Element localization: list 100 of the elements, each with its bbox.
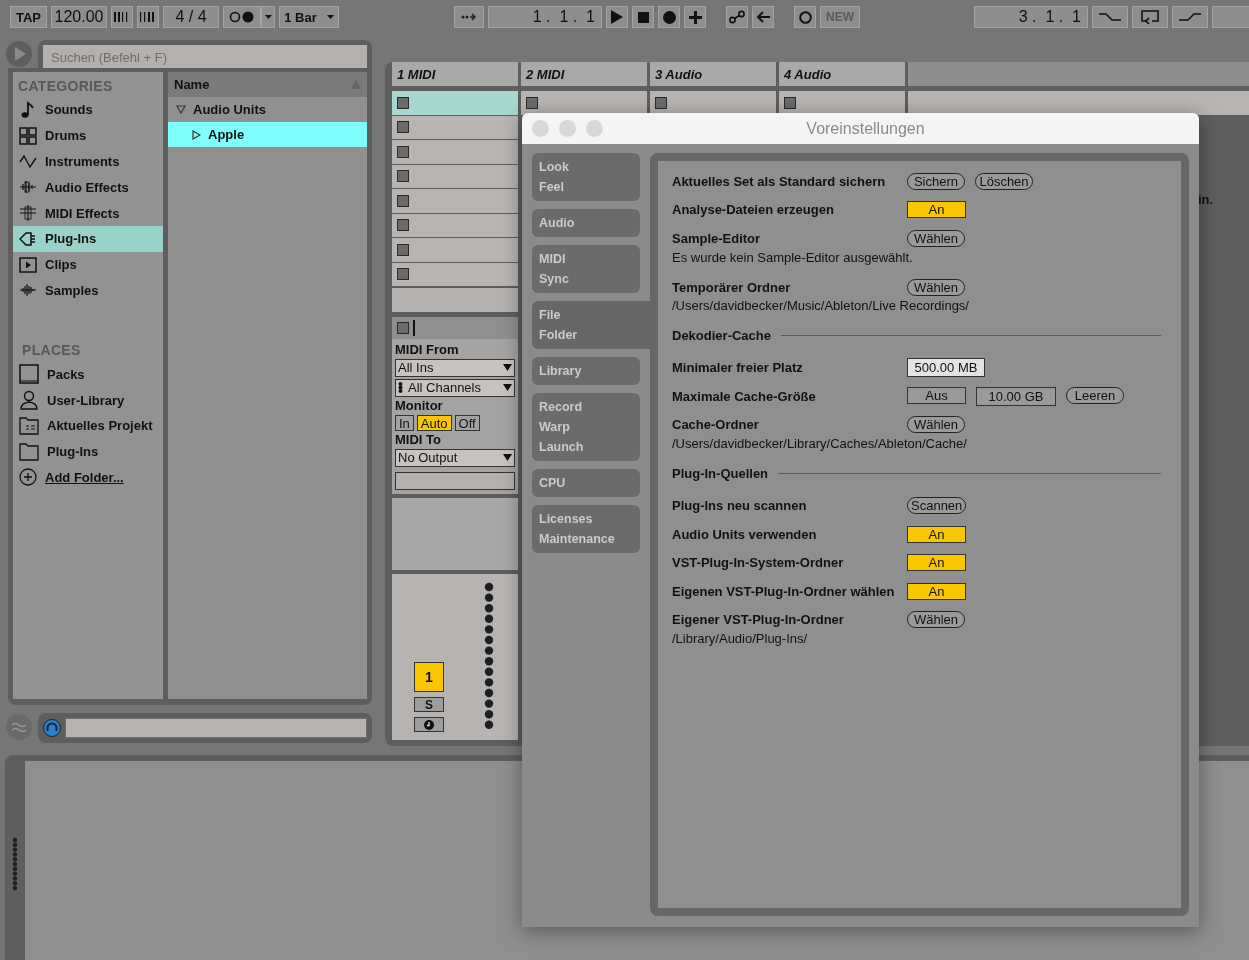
clip-slot[interactable] (392, 91, 518, 115)
cursor-line (413, 319, 415, 336)
loop-start-field[interactable]: 3 . 1 . 1 (974, 6, 1088, 28)
person-icon (19, 390, 39, 411)
clip-slot[interactable] (392, 238, 518, 262)
drag-handle-icon[interactable] (12, 836, 18, 891)
setting-label: Sample-Editor (672, 231, 762, 246)
action-button[interactable]: Scannen (907, 496, 967, 514)
output-type-dropdown[interactable]: No Output (395, 448, 515, 467)
stop-button[interactable] (632, 6, 654, 28)
track-header[interactable]: 2 MIDI (521, 62, 647, 86)
track-header[interactable]: 3 Audio (650, 62, 776, 86)
track-header[interactable]: 4 Audio (779, 62, 905, 86)
search-field[interactable]: Suchen (Befehl + F) (43, 45, 367, 69)
arm-button[interactable] (414, 717, 444, 732)
tap-button[interactable]: TAP (10, 6, 47, 28)
clip-slot[interactable] (650, 91, 776, 115)
clip-slot[interactable] (392, 262, 518, 286)
category-item[interactable]: Drums (13, 122, 163, 149)
action-button[interactable]: Wählen (907, 278, 965, 296)
toggle-button[interactable]: An (907, 582, 966, 600)
tree-item[interactable]: Audio Units (168, 97, 367, 122)
loop-length-field[interactable] (1212, 6, 1249, 28)
setting-label: Eigener VST-Plug-In-Ordner (672, 612, 845, 628)
tempo-field[interactable]: 120.00 (51, 6, 107, 28)
category-item[interactable]: Sounds (13, 97, 163, 123)
action-button[interactable]: Löschen (975, 172, 1033, 190)
loop-button[interactable] (1132, 6, 1168, 28)
bars-icon (140, 12, 156, 22)
category-item[interactable]: Audio Effects (13, 174, 163, 201)
song-position-field[interactable]: 1 . 1 . 1 (488, 6, 602, 28)
quantization-dropdown[interactable]: 1 Bar (279, 6, 339, 28)
action-button[interactable]: Sichern (907, 172, 965, 190)
tree-item[interactable]: Apple (168, 122, 367, 147)
monitor-button[interactable]: Off (454, 414, 480, 431)
stop-icon (397, 145, 409, 158)
place-item[interactable]: Packs (13, 361, 163, 388)
monitor-button[interactable]: Auto (416, 414, 452, 431)
overdub-button[interactable] (684, 6, 706, 28)
input-type-dropdown[interactable]: All Ins (395, 358, 515, 377)
stop-icon (397, 321, 409, 334)
value-field[interactable]: 500.00 MB (907, 358, 985, 378)
toggle-button[interactable]: An (907, 525, 966, 543)
track-activator-button[interactable]: 1 (414, 662, 444, 692)
automation-button[interactable] (726, 6, 748, 28)
monitor-button[interactable]: In (395, 414, 414, 431)
category-item[interactable]: Plug-Ins (13, 226, 163, 252)
session-record-button[interactable] (794, 6, 816, 28)
category-item[interactable]: Clips (13, 251, 163, 278)
clip-slot[interactable] (521, 91, 647, 115)
category-item[interactable]: MIDI Effects (13, 200, 163, 226)
plus-icon (688, 10, 702, 24)
place-item[interactable]: User-Library (13, 387, 163, 413)
follow-button[interactable] (454, 6, 484, 28)
play-button[interactable] (606, 6, 628, 28)
add-folder-link[interactable]: Add Folder... (13, 464, 163, 491)
punch-out-button[interactable] (1172, 6, 1208, 28)
action-button[interactable]: Wählen (907, 230, 965, 247)
clip-slot[interactable] (392, 140, 518, 164)
back-button[interactable] (752, 6, 774, 28)
headphones-icon[interactable] (43, 719, 61, 737)
play-icon (611, 10, 623, 24)
preferences-tab[interactable]: File Folder (532, 301, 650, 349)
toggle-button[interactable]: Aus (907, 386, 966, 404)
field-label: Monitor (395, 398, 444, 413)
time-signature-field[interactable]: 4 / 4 (163, 6, 219, 28)
action-button[interactable]: Wählen (907, 611, 965, 629)
category-item[interactable]: Samples (13, 277, 163, 304)
nudge-down-button[interactable] (111, 6, 133, 28)
record-button[interactable] (658, 6, 680, 28)
clip-slot[interactable] (392, 189, 518, 213)
place-item[interactable]: Plug-Ins (13, 438, 163, 465)
input-channel-dropdown[interactable]: All Channels (395, 378, 515, 397)
nudge-up-button[interactable] (137, 6, 159, 28)
metronome-menu-button[interactable] (261, 6, 275, 28)
preferences-tab[interactable]: Record Warp Launch (532, 393, 640, 461)
category-item[interactable]: Instruments (13, 148, 163, 175)
section-heading: CATEGORIES (17, 77, 114, 96)
clip-slot[interactable] (392, 288, 518, 312)
automation-icon (729, 10, 745, 24)
punch-in-button[interactable] (1092, 6, 1128, 28)
output-channel-field[interactable] (395, 471, 515, 490)
setting-label: Audio Units verwenden (672, 526, 818, 542)
track-header[interactable]: 1 MIDI (392, 62, 518, 86)
toggle-button[interactable]: An (907, 554, 966, 572)
clip-slot[interactable] (779, 91, 905, 115)
clock-icon (424, 719, 434, 730)
clip-slot[interactable] (392, 115, 518, 139)
clip-slot[interactable] (392, 164, 518, 188)
action-button[interactable]: Wählen (907, 416, 965, 434)
step-line-icon (1179, 12, 1201, 22)
action-button[interactable]: Leeren (1066, 386, 1124, 404)
solo-button[interactable]: S (414, 697, 444, 712)
place-item[interactable]: Aktuelles Projekt (13, 412, 163, 439)
clip-slot[interactable] (392, 213, 518, 237)
toggle-button[interactable]: An (907, 201, 966, 219)
plug-icon (19, 229, 37, 248)
expanded-triangle-icon (176, 105, 186, 114)
column-header[interactable]: Name (168, 72, 367, 97)
metronome-button[interactable] (223, 6, 261, 28)
